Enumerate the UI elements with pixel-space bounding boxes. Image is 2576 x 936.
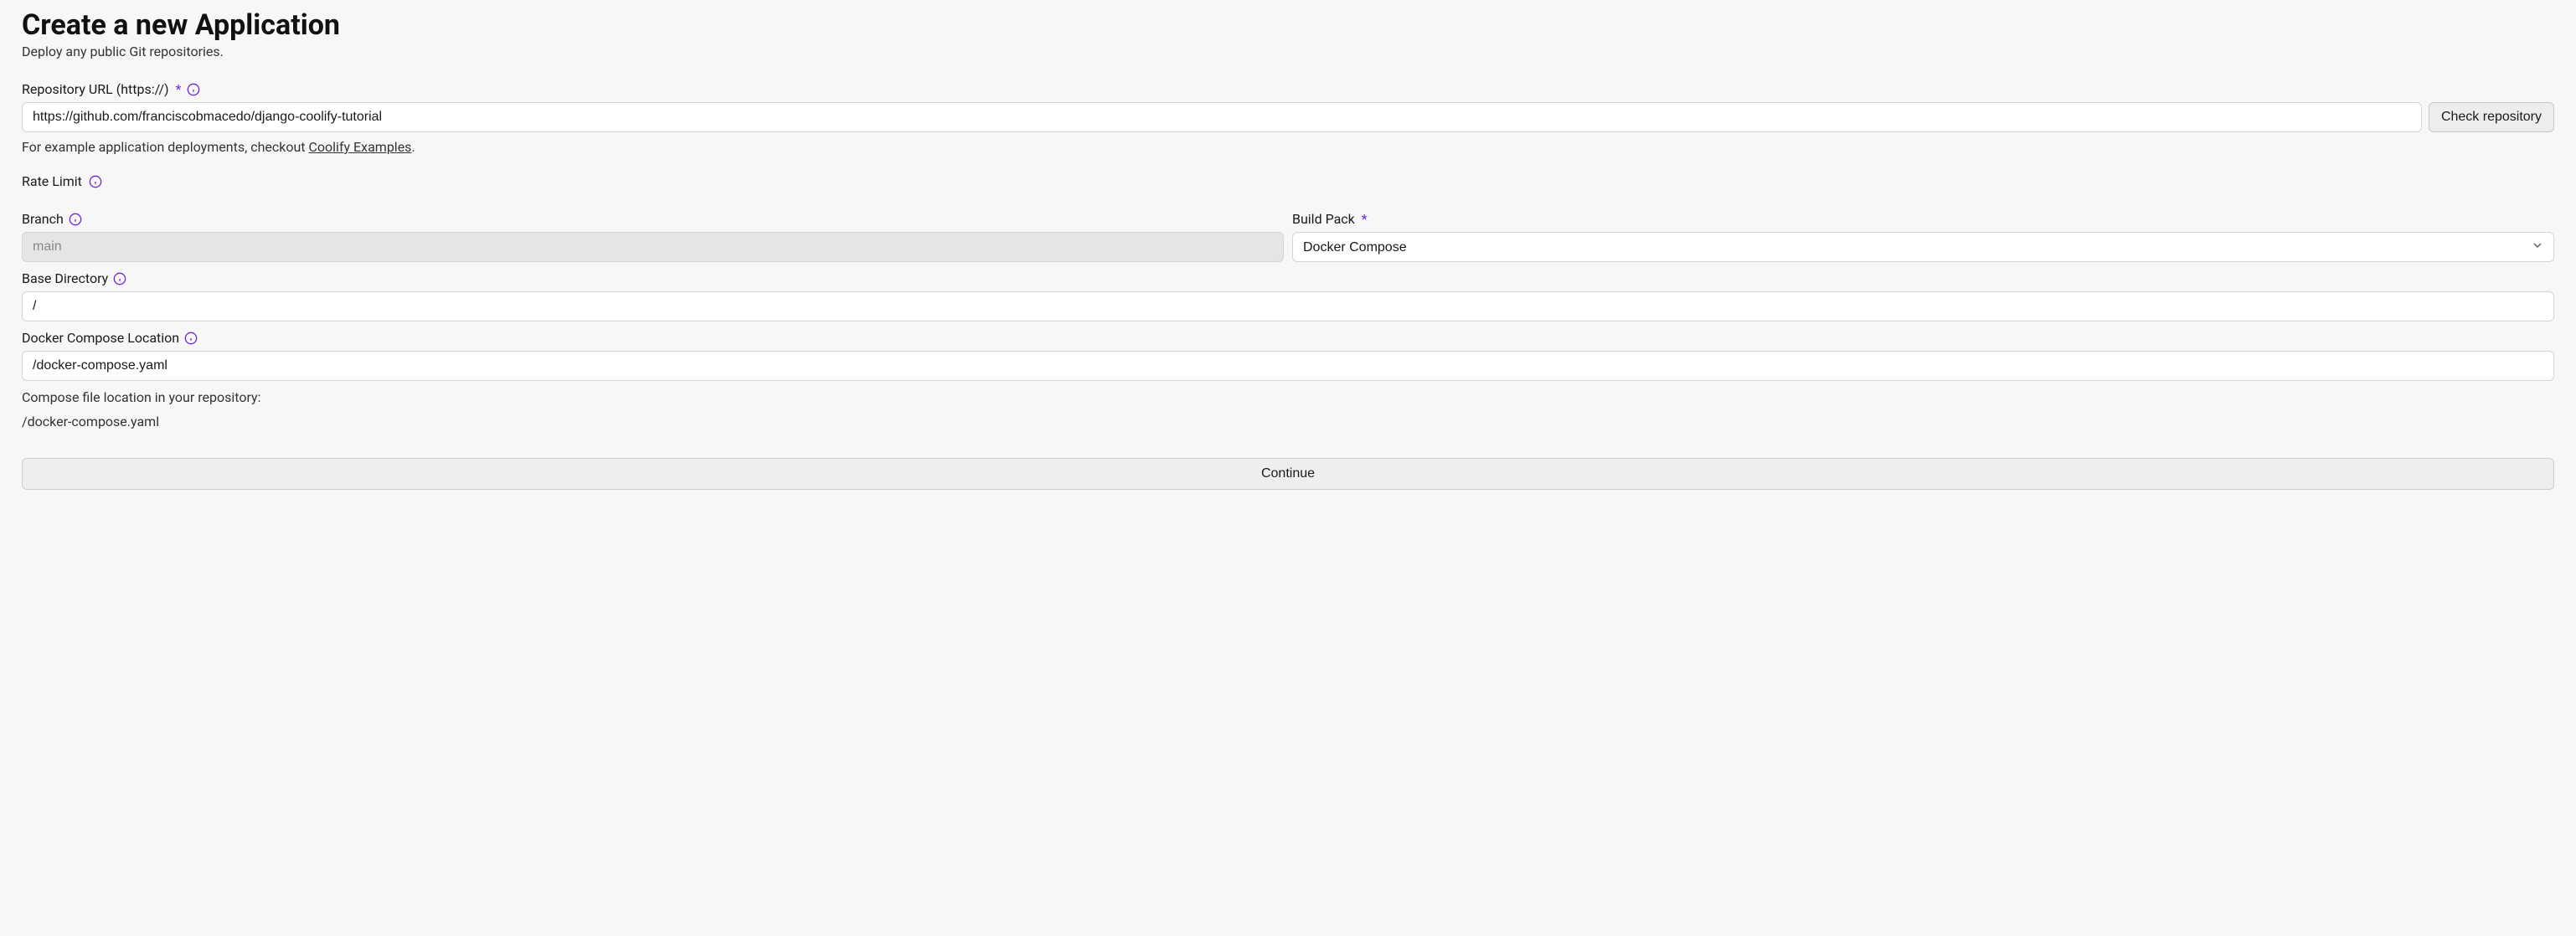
page-subtitle: Deploy any public Git repositories. xyxy=(22,44,2554,59)
repo-url-input[interactable] xyxy=(22,102,2422,132)
check-repository-button[interactable]: Check repository xyxy=(2429,102,2554,132)
repo-url-label: Repository URL (https://) * xyxy=(22,81,2554,97)
page-title: Create a new Application xyxy=(22,8,2554,42)
compose-file-location-label: Compose file location in your repository… xyxy=(22,389,2554,405)
required-asterisk: * xyxy=(1362,211,1368,227)
info-icon[interactable] xyxy=(113,272,126,285)
base-directory-input[interactable] xyxy=(22,291,2554,321)
docker-compose-location-label: Docker Compose Location xyxy=(22,330,2554,346)
info-icon[interactable] xyxy=(69,213,82,226)
build-pack-select[interactable]: Docker Compose xyxy=(1292,232,2554,262)
coolify-examples-link[interactable]: Coolify Examples xyxy=(309,139,412,155)
build-pack-label: Build Pack * xyxy=(1292,211,2554,227)
info-icon[interactable] xyxy=(187,83,200,96)
info-icon[interactable] xyxy=(89,175,102,188)
compose-file-location-path: /docker-compose.yaml xyxy=(22,414,2554,429)
branch-label: Branch xyxy=(22,211,1284,227)
branch-input xyxy=(22,232,1284,262)
base-directory-label: Base Directory xyxy=(22,270,2554,286)
required-asterisk: * xyxy=(176,81,182,97)
continue-button[interactable]: Continue xyxy=(22,458,2554,490)
repo-help-text: For example application deployments, che… xyxy=(22,139,2554,155)
rate-limit-label: Rate Limit xyxy=(22,173,82,189)
docker-compose-location-input[interactable] xyxy=(22,351,2554,381)
info-icon[interactable] xyxy=(184,332,198,345)
